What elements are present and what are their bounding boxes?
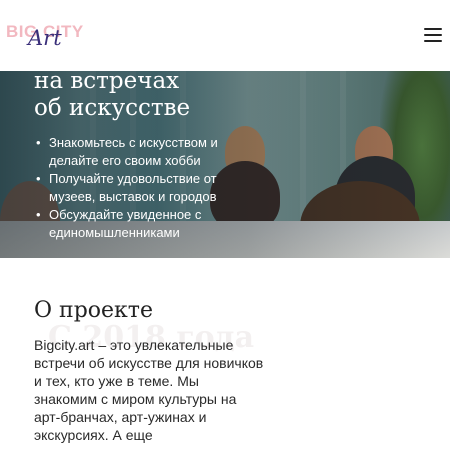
hero-title-line-1: на встречах [34,71,180,94]
list-item: Обсуждайте увиденное с единомышленниками [34,206,244,242]
hero-title: на встречах об искусстве [34,71,190,122]
logo-art: Art [28,26,62,50]
about-text: Bigcity.art – это увлекательные встречи … [34,337,264,443]
hero-bullet-list: Знакомьтесь с искусством и делайте его с… [34,134,244,242]
hamburger-icon[interactable] [424,27,444,43]
list-item: Знакомьтесь с искусством и делайте его с… [34,134,244,170]
about-title: О проекте [34,298,153,323]
hero-title-line-2: об искусстве [34,95,191,121]
hero-banner: на встречах об искусстве Знакомьтесь с и… [0,71,450,258]
list-item: Получайте удовольствие от музеев, выстав… [34,170,244,206]
site-header: BIG CITY Art [0,0,450,71]
logo[interactable]: BIG CITY Art [6,20,86,54]
